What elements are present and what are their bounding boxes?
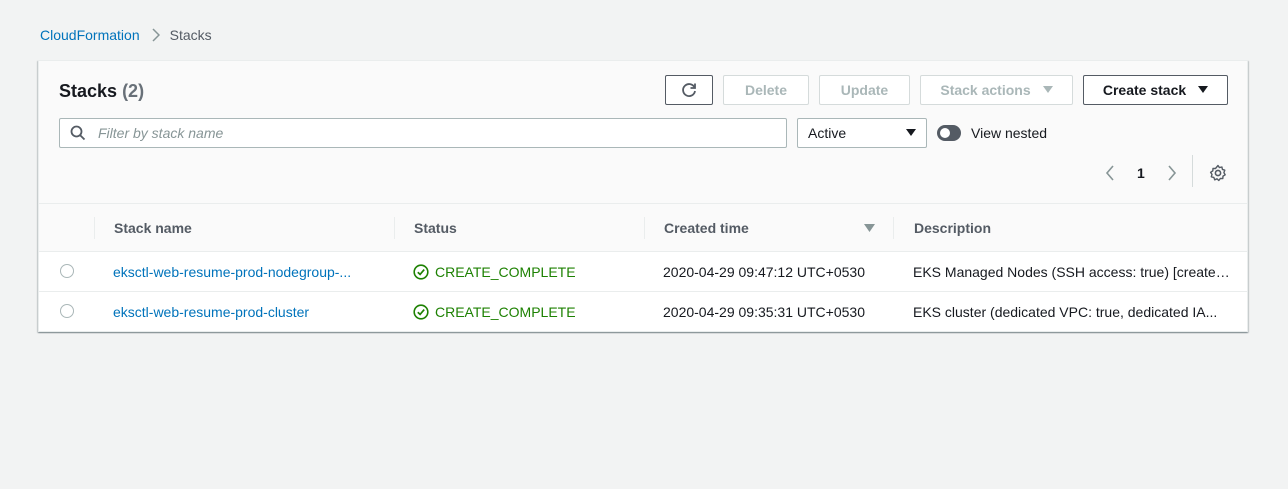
- stack-name-link[interactable]: eksctl-web-resume-prod-cluster: [113, 304, 368, 320]
- column-header-status[interactable]: Status: [414, 220, 457, 236]
- check-circle-icon: [413, 304, 429, 320]
- column-header-created-time[interactable]: Created time: [664, 220, 749, 236]
- refresh-button[interactable]: [665, 75, 713, 105]
- status-filter-select[interactable]: Active: [797, 118, 927, 148]
- pager-divider: [1192, 155, 1193, 187]
- check-circle-icon: [413, 264, 429, 280]
- create-stack-button[interactable]: Create stack: [1083, 75, 1228, 105]
- column-divider: [893, 217, 894, 239]
- chevron-left-icon: [1105, 165, 1114, 181]
- create-stack-label: Create stack: [1102, 82, 1187, 98]
- caret-down-icon: [906, 129, 916, 137]
- breadcrumb-cloudformation-link[interactable]: CloudFormation: [40, 27, 140, 43]
- stacks-panel: Stacks (2) Delete Update Stack actions C…: [38, 60, 1248, 332]
- sort-descending-icon[interactable]: [864, 224, 875, 233]
- column-divider: [94, 217, 95, 239]
- column-header-stack-name[interactable]: Stack name: [114, 220, 192, 236]
- page-title: Stacks (2): [59, 81, 144, 102]
- column-header-description[interactable]: Description: [914, 220, 991, 236]
- table-header: Stack name Status Created time Descripti…: [39, 203, 1247, 252]
- column-divider: [394, 217, 395, 239]
- next-page-button[interactable]: [1167, 161, 1177, 185]
- breadcrumb-current: Stacks: [169, 27, 212, 43]
- status-cell: CREATE_COMPLETE: [413, 304, 576, 320]
- created-time: 2020-04-29 09:35:31 UTC+0530: [663, 304, 865, 320]
- table-row[interactable]: eksctl-web-resume-prod-nodegroup-... CRE…: [39, 252, 1247, 292]
- delete-button[interactable]: Delete: [723, 75, 809, 105]
- column-divider: [644, 217, 645, 239]
- breadcrumb: CloudFormation Stacks: [40, 27, 212, 43]
- chevron-right-icon: [152, 28, 160, 42]
- row-select-radio[interactable]: [60, 304, 74, 318]
- stack-actions-label: Stack actions: [940, 82, 1031, 98]
- prev-page-button[interactable]: [1105, 161, 1115, 185]
- refresh-icon: [680, 81, 698, 99]
- title-text: Stacks: [59, 81, 118, 101]
- gear-icon: [1209, 164, 1226, 182]
- created-time: 2020-04-29 09:47:12 UTC+0530: [663, 264, 865, 280]
- stack-name-link[interactable]: eksctl-web-resume-prod-nodegroup-...: [113, 264, 368, 280]
- view-nested-label: View nested: [971, 125, 1048, 141]
- stack-filter: [59, 118, 787, 148]
- status-text: CREATE_COMPLETE: [435, 264, 576, 280]
- view-nested-toggle[interactable]: [937, 125, 961, 141]
- table-row[interactable]: eksctl-web-resume-prod-cluster CREATE_CO…: [39, 292, 1247, 332]
- status-text: CREATE_COMPLETE: [435, 304, 576, 320]
- update-button[interactable]: Update: [819, 75, 910, 105]
- description: EKS cluster (dedicated VPC: true, dedica…: [913, 304, 1218, 320]
- chevron-right-icon: [1168, 165, 1177, 181]
- description: EKS Managed Nodes (SSH access: true) [cr…: [913, 264, 1233, 280]
- page-number[interactable]: 1: [1137, 165, 1145, 181]
- search-icon: [70, 125, 86, 141]
- stack-count: (2): [122, 81, 145, 101]
- toggle-knob: [940, 128, 950, 138]
- caret-down-icon: [1198, 86, 1209, 94]
- status-filter-value: Active: [808, 125, 847, 141]
- status-cell: CREATE_COMPLETE: [413, 264, 576, 280]
- stack-actions-button[interactable]: Stack actions: [920, 75, 1073, 105]
- search-input[interactable]: [96, 124, 760, 142]
- settings-button[interactable]: [1209, 161, 1227, 185]
- caret-down-icon: [1042, 86, 1053, 94]
- row-select-radio[interactable]: [60, 264, 74, 278]
